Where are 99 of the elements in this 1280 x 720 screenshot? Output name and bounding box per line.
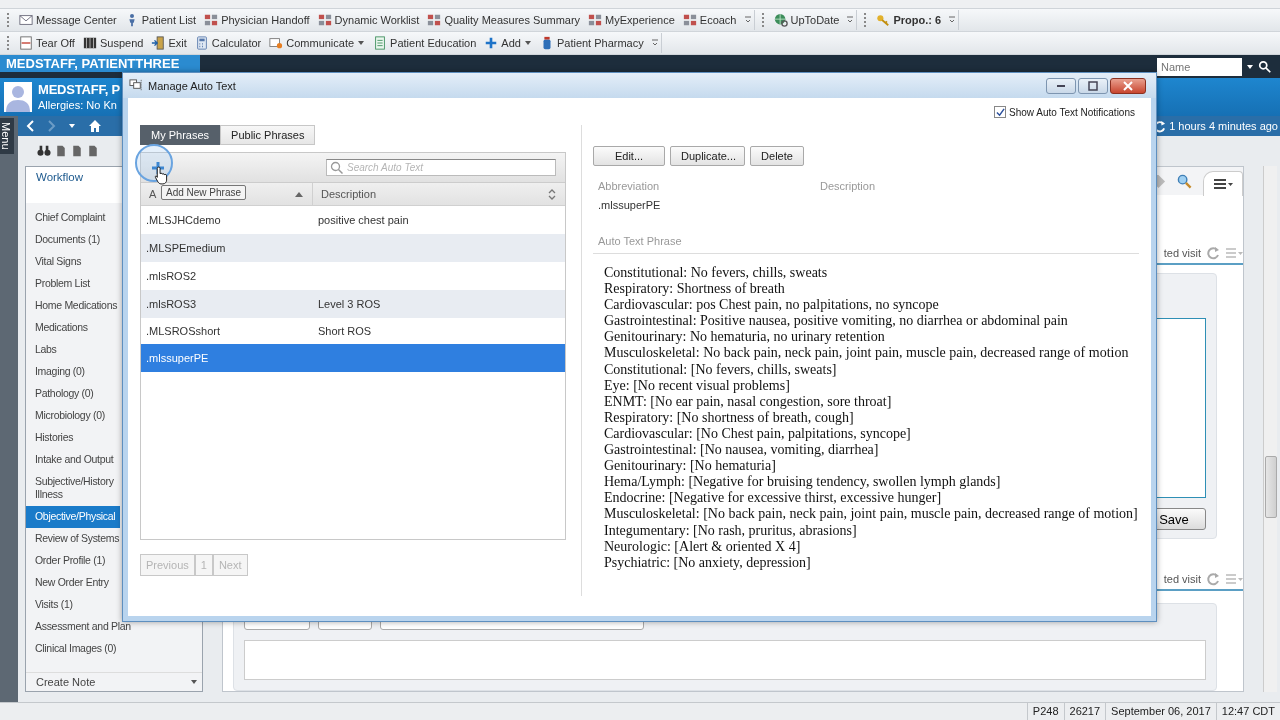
abbreviation-value: .mlssuperPE (597, 199, 662, 211)
nav-item[interactable]: Objective/Physical (26, 506, 120, 528)
abbreviation-cell-text: .MLSJHCdemo (145, 214, 222, 226)
phrase-row[interactable]: .MLSPEmedium (141, 234, 565, 262)
field-label: Description (820, 180, 876, 192)
phrase-line: Cardiovascular: [No Chest pain, palpitations, syncope] (604, 425, 912, 443)
nav-item[interactable]: Labs (26, 339, 120, 361)
phrase-line: Cardiovascular: pos Chest pain, no palpitations, no syncope (604, 297, 940, 314)
phrase-line: Respiratory: [No shortness of breath, cough] (604, 409, 855, 426)
name-search-field[interactable]: Name (1157, 57, 1242, 76)
nav-item[interactable]: Imaging (0) (26, 361, 120, 383)
menu-tab[interactable]: Menu (0, 118, 14, 154)
abbreviation-cell-text: .mlsROS3 (145, 298, 198, 310)
nav-item[interactable]: Visits (1) (26, 594, 120, 616)
toolbar-button[interactable]: Add (481, 33, 535, 53)
nav-item[interactable]: Subjective/History Illness (26, 471, 120, 506)
description-cell-text: Level 3 ROS (317, 298, 381, 310)
toolbar-button[interactable]: Dynamic Worklist (314, 10, 423, 30)
nav-item[interactable]: Assessment and Plan (26, 616, 131, 638)
phrase-line: Hema/Lymph: [Negative for bruising tendency, swollen lymph glands] (604, 474, 1002, 491)
action-button[interactable]: Duplicate... (670, 146, 745, 166)
toolbar-button[interactable]: Exit (148, 33, 190, 53)
nav-item[interactable]: Problem List (26, 273, 120, 295)
action-button[interactable]: Delete (750, 146, 804, 166)
field-label: Abbreviation (598, 180, 661, 192)
nav-item[interactable]: Clinical Images (0) (26, 638, 120, 660)
abbreviation-cell-text: .MLSPEmedium (145, 242, 227, 254)
nav-item[interactable]: Histories (26, 427, 120, 449)
status-text: P248 (1026, 703, 1064, 720)
toolbar-button[interactable]: UpToDate (770, 10, 843, 30)
toolbar-button[interactable]: Propo.: 6 (873, 10, 945, 30)
action-button[interactable]: Edit... (593, 146, 665, 166)
toolbar-button[interactable]: Physician Handoff (201, 10, 313, 30)
phrase-row[interactable]: .MLSJHCdemo positive chest pain (141, 206, 565, 234)
nav-item[interactable]: Vital Signs (26, 251, 120, 273)
toolbar-button[interactable]: Message Center (16, 10, 120, 30)
nav-item[interactable]: Medications (26, 317, 120, 339)
phrase-row[interactable]: .mlssuperPE (141, 344, 565, 372)
phrase-line: Musculoskeletal: [No back pain, neck pain, joint pain, muscle pain, decreased range of motion] (604, 506, 1139, 523)
toolbar-button[interactable]: Quality Measures Summary (424, 10, 584, 30)
nav-item[interactable]: Home Medications (26, 295, 120, 317)
status-text: 26217 (1063, 703, 1106, 720)
toolbar-button[interactable]: Patient Pharmacy (536, 33, 647, 53)
toolbar-button[interactable]: Ecoach (679, 10, 740, 30)
phrase-line: Constitutional: [No fevers, chills, sweats] (604, 361, 838, 378)
last-updated-text: 1 hours 4 minutes ago (1169, 120, 1278, 132)
nav-item[interactable]: Chief Complaint (26, 207, 120, 229)
abbreviation-cell-text: .mlsROS2 (145, 270, 198, 282)
nav-item[interactable]: New Order Entry (26, 572, 120, 594)
field-label: Auto Text Phrase (593, 235, 1139, 254)
search-field[interactable]: Search Auto Text (326, 159, 556, 176)
nav-item[interactable]: Intake and Output (26, 449, 120, 471)
phrase-line: Genitourinary: [No hematuria] (604, 458, 777, 475)
toolbar-button[interactable]: Suspend (79, 33, 147, 53)
create-note-link[interactable]: Create Note (36, 676, 96, 688)
notifications-checkbox[interactable]: Show Auto Text Notifications (994, 104, 1135, 120)
toolbar-button[interactable]: Calculator (191, 33, 265, 53)
phrase-row[interactable]: .mlsROS2 (141, 262, 565, 290)
column-header[interactable]: Description (321, 188, 377, 200)
phrase-line: Constitutional: No fevers, chills, sweats (604, 265, 829, 282)
section-label: ted visit (1163, 247, 1201, 259)
phrase-line: Musculoskeletal: No back pain, neck pain, joint pain, muscle pain, decreased range of motion (604, 345, 1130, 362)
nav-item[interactable]: Review of Systems (26, 528, 120, 550)
toolbar-button[interactable]: Tear Off (16, 33, 78, 53)
phrase-line: Gastrointestinal: Positive nausea, positive vomiting, no diarrhea or abdominal pain (604, 313, 1069, 330)
toolbar-button[interactable]: Patient Education (370, 33, 480, 53)
toolbar-button[interactable]: Communicate (266, 33, 369, 53)
section-label: ted visit (1163, 573, 1201, 585)
toolbar-button[interactable]: Patient List (121, 10, 200, 30)
toolbar-button[interactable]: MyExperience (585, 10, 678, 30)
phrase-row[interactable]: .mlsROS3 Level 3 ROS (141, 290, 565, 318)
phrase-line: Respiratory: Shortness of breath (604, 281, 786, 298)
tab[interactable]: Public Phrases (220, 125, 316, 145)
abbreviation-cell-text: .mlssuperPE (145, 352, 210, 364)
nav-item[interactable]: Order Profile (1) (26, 550, 120, 572)
status-text: September 06, 2017 (1105, 703, 1216, 720)
nav-item[interactable]: Microbiology (0) (26, 405, 120, 427)
phrase-row[interactable]: .MLSROSshort Short ROS (141, 318, 565, 344)
abbreviation-cell-text: .MLSROSshort (145, 325, 221, 337)
phrase-line: Eye: [No recent visual problems] (604, 377, 791, 394)
phrase-line: Gastrointestinal: [No nausea, vomiting, diarrhea] (604, 442, 880, 459)
phrase-line: Integumentary: [No rash, pruritus, abrasions] (604, 522, 858, 539)
phrase-line: Genitourinary: No hematuria, no urinary retention (604, 329, 886, 346)
column-header[interactable]: A (149, 188, 157, 200)
nav-item[interactable]: Pathology (0) (26, 383, 120, 405)
phrase-line: Endocrine: [Negative for excessive thirst, excessive hunger] (604, 490, 943, 507)
tab[interactable]: My Phrases (140, 125, 221, 145)
dialog-title: Manage Auto Text (148, 79, 237, 92)
patient-tab[interactable]: MEDSTAFF, PATIENTTHREE (0, 55, 200, 72)
status-text: 12:47 CDT (1215, 703, 1280, 720)
description-cell-text: positive chest pain (317, 214, 409, 226)
phrase-line: Psychiatric: [No anxiety, depression] (604, 554, 812, 571)
phrase-line: Neurologic: [Alert & oriented X 4] (604, 538, 802, 555)
allergies-text: Allergies: No Kn (38, 98, 118, 113)
phrase-line: ENMT: [No ear pain, nasal congestion, sore throat] (604, 393, 893, 410)
nav-item[interactable]: Documents (1) (26, 229, 120, 251)
patient-name: MEDSTAFF, P (38, 81, 121, 98)
tooltip: Add New Phrase (161, 185, 247, 200)
description-cell-text: Short ROS (317, 325, 372, 337)
